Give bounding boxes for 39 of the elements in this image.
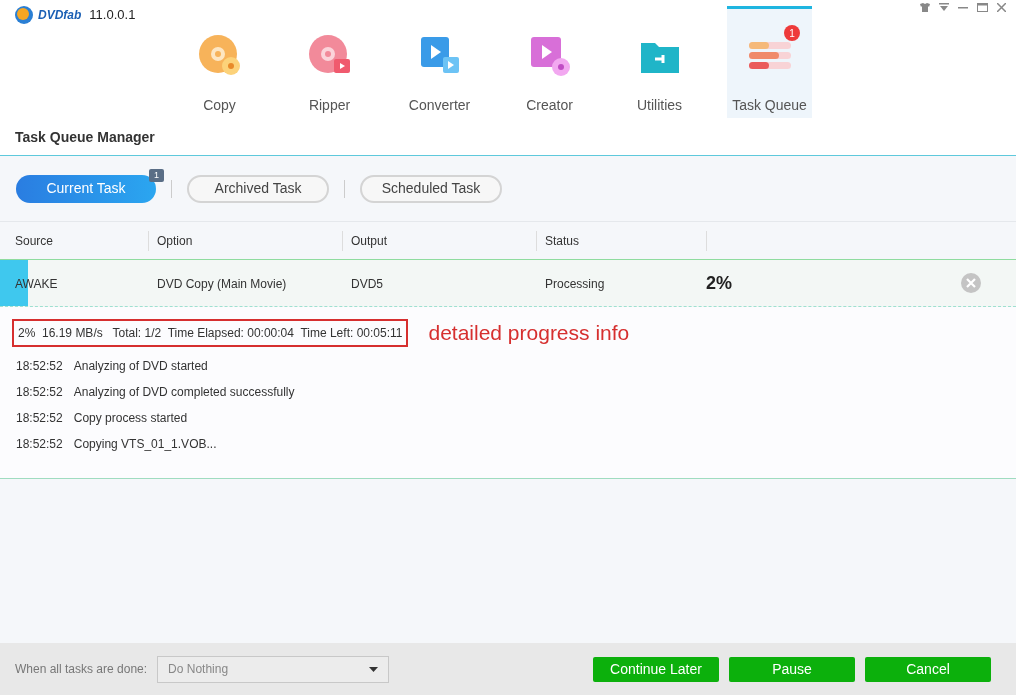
- nav-item[interactable]: Utilities: [617, 6, 702, 118]
- task-list-icon: [746, 40, 793, 72]
- column-header: Status: [545, 232, 580, 250]
- nav-item[interactable]: Ripper: [287, 6, 372, 118]
- tab[interactable]: Scheduled Task: [360, 174, 502, 203]
- dropdown-icon[interactable]: [939, 3, 949, 12]
- log-message: Copy process started: [73, 409, 188, 427]
- nav-item[interactable]: Converter: [397, 6, 482, 118]
- log-time: 18:52:52: [16, 383, 63, 401]
- progress-percent: 2%: [706, 271, 732, 295]
- log-message: Analyzing of DVD completed successfully: [73, 383, 295, 401]
- nav-item[interactable]: Task Queue 1: [727, 6, 812, 118]
- app-version: 11.0.0.1: [89, 6, 136, 25]
- log-time: 18:52:52: [16, 357, 63, 375]
- table-cell: DVD5: [351, 277, 383, 291]
- log-message: Copying VTS_01_1.VOB...: [73, 435, 217, 453]
- caret-icon: [369, 666, 379, 672]
- app-logo: DVDfab: [38, 7, 82, 24]
- column-header: Source: [15, 232, 54, 250]
- maximize-icon[interactable]: [977, 3, 988, 12]
- notification-badge: 1: [784, 25, 800, 41]
- column-header: Output: [351, 232, 388, 250]
- logo-icon: [14, 5, 34, 25]
- tab[interactable]: Archived Task: [187, 174, 329, 203]
- close-icon[interactable]: [997, 3, 1006, 12]
- count-badge: 1: [149, 168, 164, 182]
- shirt-icon[interactable]: [920, 3, 930, 12]
- log-message: Analyzing of DVD started: [73, 357, 208, 375]
- column-header: Option: [157, 232, 193, 250]
- log-time: 18:52:52: [16, 409, 63, 427]
- progress-info: 2% 16.19 MB/s Total: 1/2 Time Elapsed: 00:00:04 Time Left: 00:05:11: [12, 318, 409, 347]
- nav-item[interactable]: Creator: [507, 6, 592, 118]
- annotation-text: detailed progress info: [428, 320, 630, 346]
- table-cell: DVD Copy (Main Movie): [157, 277, 287, 291]
- table-cell: Processing: [545, 277, 605, 291]
- section-title: Task Queue Manager: [15, 128, 155, 147]
- nav-item[interactable]: Copy: [177, 6, 262, 118]
- log-time: 18:52:52: [16, 435, 63, 453]
- footer-label: When all tasks are done:: [15, 661, 148, 678]
